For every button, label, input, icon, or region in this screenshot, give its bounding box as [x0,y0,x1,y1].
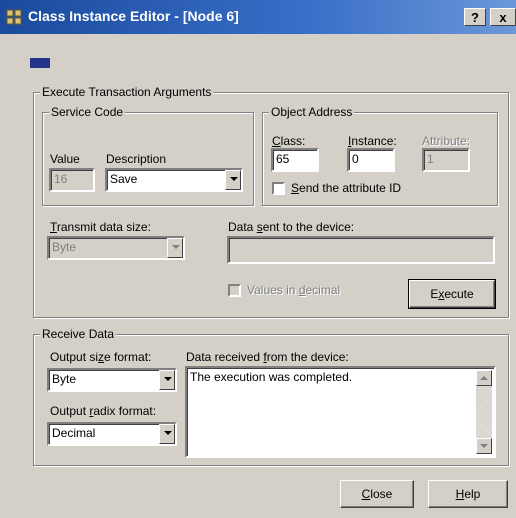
output-size-label: Output size format: [50,350,152,364]
output-radix-select[interactable]: Decimal [47,422,177,446]
data-received-textarea[interactable]: The execution was completed. [185,366,496,458]
scroll-up-icon[interactable] [476,370,492,386]
value-label: Value [50,152,80,166]
output-size-select[interactable]: Byte [47,368,177,392]
instance-input[interactable]: 0 [347,148,395,172]
app-icon [6,9,22,25]
transmit-size-label: Transmit data size: [50,220,151,234]
output-size-value: Byte [52,372,77,386]
chevron-down-icon[interactable] [159,370,175,390]
description-select[interactable]: Save [105,168,243,192]
data-received-label: Data received from the device: [186,350,349,364]
description-label: Description [106,152,167,166]
service-value-field: 16 [49,168,95,192]
object-address-label: Object Address [269,105,355,119]
service-code-label: Service Code [49,105,126,119]
class-instance-editor-window: Class Instance Editor - [Node 6] ? x Exe… [0,0,516,518]
data-received-scrollbar[interactable] [476,370,492,454]
data-received-text: The execution was completed. [190,370,353,384]
transmit-size-select: Byte [47,236,185,260]
help-title-button[interactable]: ? [464,8,486,26]
data-sent-input [227,236,495,264]
close-title-button[interactable]: x [490,8,516,26]
send-attribute-checkbox[interactable] [272,182,285,195]
window-title: Class Instance Editor - [Node 6] [28,8,239,24]
class-label: Class: [272,134,306,148]
title-bar[interactable]: Class Instance Editor - [Node 6] ? x [0,0,516,34]
description-value: Save [110,172,138,186]
output-radix-value: Decimal [52,426,96,440]
receive-data-label: Receive Data [40,327,117,341]
node-indicator-icon [30,58,50,68]
attribute-input: 1 [422,148,470,172]
transmit-size-value: Byte [52,240,77,254]
execute-button[interactable]: Execute [408,279,496,309]
chevron-down-icon[interactable] [159,424,175,444]
instance-label: Instance: [348,134,397,148]
close-button[interactable]: Close [340,480,414,508]
execute-transaction-label: Execute Transaction Arguments [40,85,214,99]
output-radix-label: Output radix format: [50,404,157,418]
scroll-down-icon[interactable] [476,438,492,454]
chevron-down-icon [167,238,183,258]
chevron-down-icon[interactable] [225,170,241,190]
data-sent-label: Data sent to the device: [228,220,355,234]
help-button[interactable]: Help [428,480,508,508]
send-attribute-label[interactable]: Send the attribute ID [291,181,401,195]
values-in-decimal-label: Values in decimal [247,283,341,297]
attribute-label: Attribute: [422,134,471,148]
class-input[interactable]: 65 [271,148,319,172]
values-in-decimal-checkbox [228,284,241,297]
